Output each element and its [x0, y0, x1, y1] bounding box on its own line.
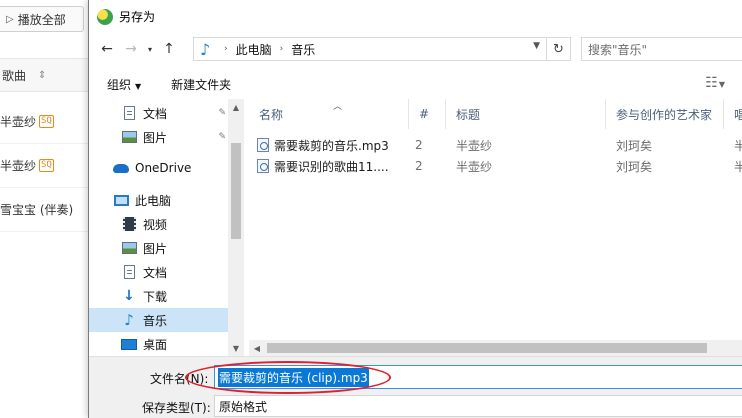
breadcrumb-separator-icon[interactable]: ›: [224, 44, 228, 54]
save-as-dialog: 另存为 ← → ▾ ↑ ♪ › 此电脑 › 音乐 ▼ ↻ 搜索"音乐" 组织 ▼ …: [88, 0, 742, 418]
recent-locations-chevron-icon[interactable]: ▾: [143, 37, 157, 61]
dialog-titlebar[interactable]: 另存为: [89, 0, 742, 33]
nav-item-videos[interactable]: 视频: [89, 212, 228, 236]
search-input[interactable]: 搜索"音乐": [581, 37, 742, 61]
breadcrumb-separator-icon[interactable]: ›: [280, 44, 284, 54]
scroll-left-icon[interactable]: ◀: [249, 340, 265, 356]
breadcrumb-this-pc[interactable]: 此电脑: [236, 41, 272, 58]
play-icon: ▷: [6, 13, 14, 25]
background-music-app: ▷ 播放全部 歌曲 ⇕ 半壶纱 SQ 半壶纱 SQ 雪宝宝 (伴奏): [0, 0, 90, 418]
command-toolbar: 组织 ▼ 新建文件夹 ☷ ▼: [89, 69, 742, 99]
refresh-icon[interactable]: ↻: [547, 37, 571, 61]
music-folder-icon: ♪: [200, 39, 211, 59]
file-name: 需要识别的歌曲11....: [274, 159, 389, 174]
downloads-icon: ↓: [123, 288, 135, 304]
file-artist: 刘珂矣: [616, 159, 653, 174]
sq-badge: SQ: [39, 159, 54, 172]
address-bar[interactable]: ♪ › 此电脑 › 音乐 ▼: [193, 37, 547, 61]
filename-input[interactable]: 需要裁剪的音乐 (clip).mp3: [214, 365, 742, 389]
file-row[interactable]: 需要裁剪的音乐.mp3 2 半壶纱 刘珂矣 半: [249, 134, 742, 156]
pin-icon[interactable]: ✎: [218, 108, 226, 118]
pictures-icon: [121, 240, 137, 256]
music-icon: ♪: [124, 311, 134, 329]
videos-icon: [121, 216, 137, 232]
breadcrumb-music[interactable]: 音乐: [291, 41, 315, 58]
address-dropdown-icon[interactable]: ▼: [533, 41, 540, 51]
new-folder-button[interactable]: 新建文件夹: [171, 76, 231, 93]
sort-ascending-icon: ︿: [333, 102, 343, 112]
column-header-album[interactable]: 唱: [724, 99, 742, 129]
scrollbar-thumb[interactable]: [267, 343, 707, 353]
nav-item-this-pc[interactable]: 此电脑: [89, 188, 228, 212]
scrollbar-thumb[interactable]: [231, 143, 241, 239]
song-row[interactable]: 雪宝宝 (伴奏): [0, 188, 90, 232]
song-row[interactable]: 半壶纱 SQ: [0, 144, 90, 188]
file-title: 半壶纱: [456, 138, 493, 153]
navigation-pane-scrollbar[interactable]: ▲ ▼: [228, 99, 244, 356]
file-list-horizontal-scrollbar[interactable]: ◀: [249, 340, 742, 356]
save-form: 文件名(N): 需要裁剪的音乐 (clip).mp3 保存类型(T): 原始格式: [89, 356, 742, 418]
back-arrow-icon[interactable]: ←: [95, 37, 119, 61]
filename-label: 文件名(N):: [150, 372, 209, 386]
file-artist: 刘珂矣: [616, 138, 653, 153]
file-row[interactable]: 需要识别的歌曲11.... 2 半壶纱 刘珂矣 半: [249, 155, 742, 177]
forward-arrow-icon[interactable]: →: [119, 37, 143, 61]
nav-item-documents[interactable]: 文档: [89, 260, 228, 284]
column-header-title[interactable]: 标题: [446, 99, 606, 129]
file-name: 需要裁剪的音乐.mp3: [274, 138, 389, 153]
navigation-bar: ← → ▾ ↑ ♪ › 此电脑 › 音乐 ▼ ↻ 搜索"音乐": [89, 33, 742, 65]
column-header-contributing-artists[interactable]: 参与创作的艺术家: [606, 99, 724, 129]
nav-item-pictures-quick[interactable]: 图片 ✎: [89, 125, 228, 149]
file-track-number: 2: [415, 159, 423, 173]
file-title: 半壶纱: [456, 159, 493, 174]
file-track-number: 2: [415, 138, 423, 152]
nav-item-documents-quick[interactable]: 文档 ✎: [89, 101, 228, 125]
play-all-label: 播放全部: [17, 12, 66, 27]
dialog-title: 另存为: [119, 10, 156, 24]
nav-item-music[interactable]: ♪ 音乐: [89, 308, 228, 332]
scroll-up-icon[interactable]: ▲: [228, 99, 244, 115]
view-options-icon[interactable]: ☷ ▼: [705, 75, 725, 91]
document-icon: [121, 105, 137, 121]
audio-file-icon: [257, 159, 269, 173]
file-list: 名称 ︿ # 标题 参与创作的艺术家 唱 需要裁剪的音乐.mp3 2 半壶纱 刘…: [249, 99, 742, 340]
file-album: 半: [734, 138, 742, 153]
nav-item-onedrive[interactable]: OneDrive: [89, 156, 228, 180]
navigation-pane: 文档 ✎ 图片 ✎ OneDrive 此电脑 视频 图片 文档 ↓ 下载 ♪ 音…: [89, 99, 244, 356]
sort-icon: ⇕: [38, 69, 47, 81]
onedrive-icon: [113, 160, 129, 176]
pictures-icon: [121, 129, 137, 145]
this-pc-icon: [113, 192, 129, 208]
organize-menu-button[interactable]: 组织 ▼: [107, 76, 141, 93]
desktop-icon: [121, 336, 137, 352]
column-header-track-number[interactable]: #: [409, 99, 446, 129]
song-row[interactable]: 半壶纱 SQ: [0, 100, 90, 144]
play-all-button[interactable]: ▷ 播放全部: [0, 6, 84, 32]
nav-item-desktop[interactable]: 桌面: [89, 332, 228, 356]
audio-file-icon: [257, 138, 269, 152]
filename-value: 需要裁剪的音乐 (clip).mp3: [218, 367, 369, 387]
nav-item-pictures[interactable]: 图片: [89, 236, 228, 260]
column-header-name[interactable]: 名称: [249, 99, 409, 129]
up-arrow-icon[interactable]: ↑: [157, 37, 181, 61]
document-icon: [121, 264, 137, 280]
app-logo-icon: [97, 8, 113, 25]
file-album: 半: [734, 159, 742, 174]
song-column-header[interactable]: 歌曲 ⇕: [0, 58, 90, 92]
dropdown-caret-icon: ▼: [135, 81, 142, 91]
filetype-select[interactable]: 原始格式: [214, 395, 742, 417]
nav-item-downloads[interactable]: ↓ 下载: [89, 284, 228, 308]
pin-icon[interactable]: ✎: [218, 132, 226, 142]
filetype-label: 保存类型(T):: [142, 401, 211, 415]
scroll-down-icon[interactable]: ▼: [228, 340, 244, 356]
sq-badge: SQ: [39, 115, 54, 128]
